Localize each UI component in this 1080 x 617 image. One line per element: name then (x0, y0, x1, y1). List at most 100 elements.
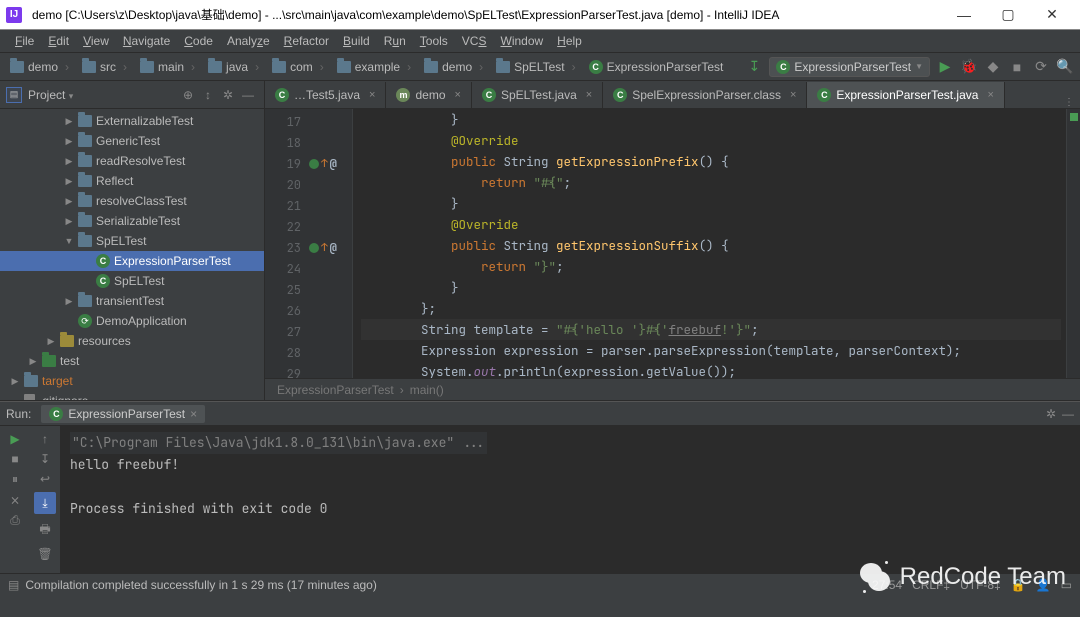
tree-row[interactable]: ▶⟳DemoApplication (0, 311, 264, 331)
menu-code[interactable]: Code (177, 31, 220, 51)
rerun-icon[interactable]: ▶ (10, 432, 19, 446)
tree-row[interactable]: ▼SpELTest (0, 231, 264, 251)
tree-row[interactable]: ▶test (0, 351, 264, 371)
override-gutter-icon[interactable] (309, 159, 319, 169)
menu-run[interactable]: Run (377, 31, 413, 51)
tree-row[interactable]: ▶target (0, 371, 264, 391)
window-close-button[interactable]: ✕ (1030, 0, 1074, 29)
breadcrumb-item[interactable]: demo› (6, 58, 76, 76)
coverage-button[interactable]: ◆ (984, 58, 1002, 75)
close-icon[interactable]: × (586, 89, 592, 101)
window-minimize-button[interactable]: — (942, 0, 986, 29)
close-icon[interactable]: × (190, 407, 197, 421)
stop-button[interactable]: ■ (1008, 59, 1026, 75)
gutter-row[interactable]: 18 (279, 132, 352, 153)
tab-list-icon[interactable]: ⋮ (1064, 97, 1074, 108)
run-hide-icon[interactable]: — (1062, 407, 1074, 421)
memory-indicator[interactable]: ▭ (1061, 578, 1072, 592)
console-output[interactable]: "C:\Program Files\Java\jdk1.8.0_131\bin\… (60, 426, 1080, 573)
tree-row[interactable]: ▶Reflect (0, 171, 264, 191)
breadcrumb-item[interactable]: java› (204, 58, 266, 76)
crumb-method[interactable]: main() (410, 383, 444, 397)
gutter-row[interactable]: 25 (279, 279, 352, 300)
pause-icon[interactable]: ⏸ (12, 472, 18, 487)
menu-vcs[interactable]: VCS (455, 31, 494, 51)
window-maximize-button[interactable]: ▢ (986, 0, 1030, 29)
stop-icon[interactable]: ■ (11, 452, 18, 466)
locate-file-icon[interactable]: ⊕ (178, 88, 198, 102)
search-everywhere-button[interactable]: 🔍 (1056, 58, 1074, 75)
gutter-row[interactable]: 19↑@ (279, 153, 352, 174)
code-editor[interactable]: } @Override public String getExpressionP… (353, 109, 1066, 378)
hide-tool-icon[interactable]: — (238, 88, 258, 102)
editor-error-stripe[interactable] (1066, 109, 1080, 378)
close-icon[interactable]: × (790, 89, 796, 101)
tree-row[interactable]: ▶.gitignore (0, 391, 264, 400)
expand-all-icon[interactable]: ↕ (198, 88, 218, 102)
tree-twisty-icon[interactable]: ▶ (64, 156, 74, 167)
tree-twisty-icon[interactable]: ▶ (64, 216, 74, 227)
tree-twisty-icon[interactable]: ▶ (10, 376, 20, 387)
clear-icon[interactable]: 🗑 (37, 547, 52, 561)
breadcrumb-item[interactable]: demo› (420, 58, 490, 76)
gutter-row[interactable]: 26 (279, 300, 352, 321)
menu-file[interactable]: File (8, 31, 41, 51)
gutter-row[interactable]: 29 (279, 363, 352, 378)
gutter-row[interactable]: 23↑@ (279, 237, 352, 258)
gutter-row[interactable]: 28 (279, 342, 352, 363)
tree-twisty-icon[interactable]: ▶ (28, 356, 38, 367)
dump-icon[interactable]: ⎙ (10, 513, 20, 528)
settings-icon[interactable]: ✲ (218, 88, 238, 102)
gutter-row[interactable]: 17 (279, 111, 352, 132)
menu-edit[interactable]: Edit (41, 31, 76, 51)
line-separator[interactable]: CRLF‡ (912, 578, 950, 592)
status-icon[interactable]: ▤ (8, 578, 19, 592)
run-button[interactable]: ▶ (936, 58, 954, 75)
run-settings-icon[interactable]: ✲ (1046, 407, 1056, 421)
close-icon[interactable]: × (369, 89, 375, 101)
menu-tools[interactable]: Tools (413, 31, 455, 51)
crumb-class[interactable]: ExpressionParserTest (277, 383, 394, 397)
menu-window[interactable]: Window (493, 31, 550, 51)
breadcrumb-item[interactable]: SpELTest› (492, 58, 582, 76)
tree-row[interactable]: ▶SerializableTest (0, 211, 264, 231)
tree-twisty-icon[interactable]: ▶ (46, 336, 56, 347)
menu-analyze[interactable]: Analyze (220, 31, 277, 51)
run-configuration-dropdown[interactable]: C ExpressionParserTest ▼ (769, 57, 930, 77)
menu-view[interactable]: View (76, 31, 116, 51)
tree-row[interactable]: ▶GenericTest (0, 131, 264, 151)
debug-button[interactable]: 🐞 (960, 58, 978, 75)
gutter-row[interactable]: 22 (279, 216, 352, 237)
down-trace-icon[interactable]: ↧ (40, 452, 50, 466)
tree-twisty-icon[interactable]: ▶ (64, 116, 74, 127)
breadcrumb-item[interactable]: example› (333, 58, 418, 76)
hector-icon[interactable]: 👤 (1036, 578, 1051, 592)
caret-position[interactable]: 27:54 (872, 578, 902, 592)
breadcrumb-item[interactable]: main› (136, 58, 202, 76)
gutter-row[interactable]: 21 (279, 195, 352, 216)
tree-row[interactable]: ▶readResolveTest (0, 151, 264, 171)
tree-twisty-icon[interactable]: ▶ (64, 136, 74, 147)
close-icon[interactable]: × (987, 89, 993, 101)
gutter-row[interactable]: 27 (279, 321, 352, 342)
gutter-row[interactable]: 20 (279, 174, 352, 195)
print-icon[interactable]: 🖶 (39, 520, 50, 541)
editor-breadcrumbs[interactable]: ExpressionParserTest › main() (265, 378, 1080, 400)
tree-row[interactable]: ▶resources (0, 331, 264, 351)
editor-tab[interactable]: C…Test5.java× (265, 82, 386, 108)
up-trace-icon[interactable]: ↑ (42, 432, 48, 446)
editor-tab[interactable]: CSpELTest.java× (472, 82, 603, 108)
file-encoding[interactable]: UTF-8‡ (960, 578, 1001, 592)
editor-gutter[interactable]: 171819↑@20212223↑@242526272829 (279, 109, 353, 378)
editor-tab[interactable]: CSpelExpressionParser.class× (603, 82, 807, 108)
run-tab[interactable]: C ExpressionParserTest × (41, 405, 205, 423)
tree-row[interactable]: ▶CExpressionParserTest (0, 251, 264, 271)
scroll-to-end-icon[interactable]: ⤓ (34, 492, 56, 514)
menu-refactor[interactable]: Refactor (277, 31, 336, 51)
project-tool-title[interactable]: Project ▾ (22, 88, 178, 102)
lock-icon[interactable]: 🔒 (1011, 578, 1026, 592)
project-tree[interactable]: ▶ExternalizableTest▶GenericTest▶readReso… (0, 109, 264, 400)
menu-navigate[interactable]: Navigate (116, 31, 177, 51)
exit-icon[interactable]: ⨯ (10, 493, 20, 507)
update-button[interactable]: ⟳ (1032, 58, 1050, 75)
